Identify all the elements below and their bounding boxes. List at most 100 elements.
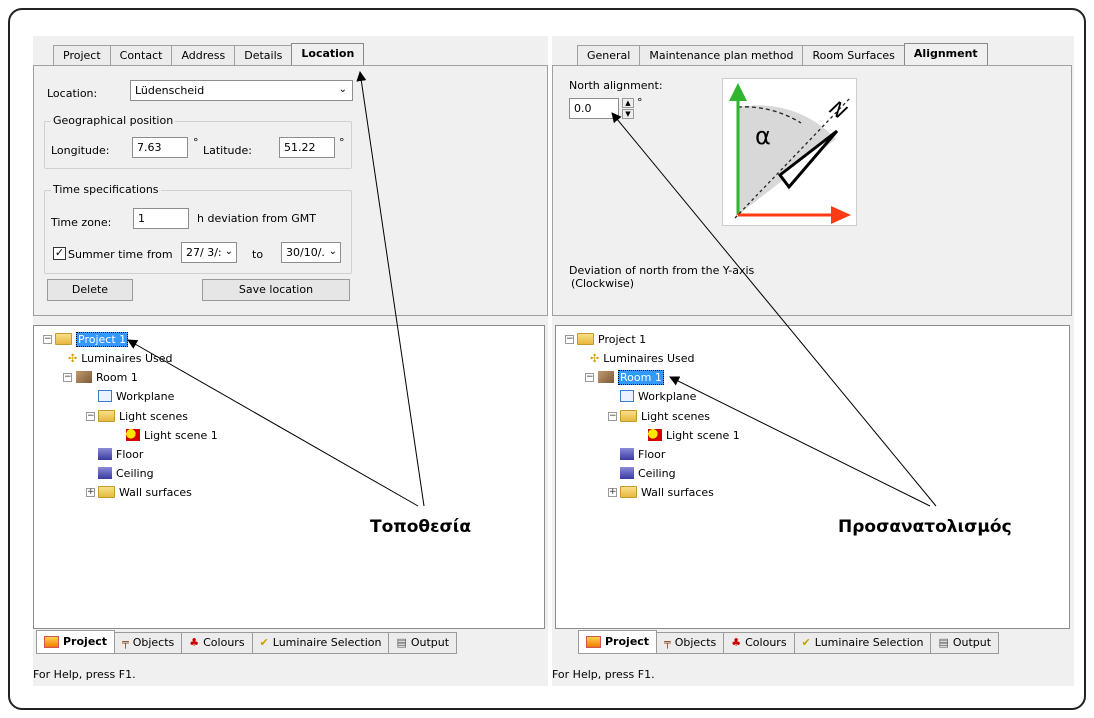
collapse-icon[interactable]: − (63, 373, 72, 382)
bottom-tab-luminaire-selection[interactable]: ✔ Luminaire Selection (793, 632, 932, 654)
tree-item-workplane[interactable]: Workplane (620, 387, 696, 405)
to-date-picker[interactable]: 30/10/. ⌄ (281, 242, 341, 263)
expand-icon[interactable]: + (86, 488, 95, 497)
tab-maintenance-plan-method[interactable]: Maintenance plan method (639, 45, 804, 65)
colours-icon: ♣ (731, 636, 742, 649)
surface-icon (98, 448, 112, 460)
collapse-icon[interactable]: − (585, 373, 594, 382)
tab-general[interactable]: General (577, 45, 641, 65)
collapse-icon[interactable]: − (43, 335, 52, 344)
folder-icon (98, 410, 115, 422)
collapse-icon[interactable]: − (86, 412, 95, 421)
tree-item-ceiling[interactable]: Ceiling (98, 464, 154, 482)
north-alignment-input[interactable]: 0.0 (569, 98, 619, 119)
tab-contact[interactable]: Contact (109, 45, 173, 65)
alignment-panel: North alignment: 0.0 ▲ ▼ ° α N Deviation… (552, 65, 1072, 316)
folder-icon (620, 486, 637, 498)
latitude-input[interactable]: 51.22 (279, 137, 335, 158)
tree-item-wall-surfaces[interactable]: Wall surfaces (620, 483, 714, 501)
longitude-degree: ° (193, 136, 199, 149)
save-location-button[interactable]: Save location (202, 279, 350, 301)
tree-item-light-scenes[interactable]: Light scenes (620, 407, 710, 425)
from-date-picker[interactable]: 27/ 3/: ⌄ (181, 242, 237, 263)
right-pane: General Maintenance plan method Room Sur… (552, 36, 1074, 686)
location-label: Location: (47, 87, 98, 100)
bottom-tab-project[interactable]: Project (578, 630, 658, 654)
right-tab-bar: General Maintenance plan method Room Sur… (577, 43, 988, 65)
bottom-tab-output-label: Output (410, 636, 450, 649)
right-status-bar: For Help, press F1. (552, 668, 655, 681)
bottom-tab-output[interactable]: ▤ Output (930, 632, 1000, 654)
chevron-down-icon: ⌄ (338, 84, 347, 95)
tree-item-floor[interactable]: Floor (620, 445, 665, 463)
tab-location[interactable]: Location (291, 43, 365, 65)
expand-icon[interactable]: + (608, 488, 617, 497)
surface-icon (620, 467, 634, 479)
bottom-tab-colours[interactable]: ♣ Colours (181, 632, 253, 654)
tab-room-surfaces[interactable]: Room Surfaces (802, 45, 905, 65)
bottom-tab-luminaire-selection-label: Luminaire Selection (272, 636, 382, 649)
bottom-tab-objects-label: Objects (132, 636, 175, 649)
tree-item-room[interactable]: Room 1 (76, 368, 138, 386)
tab-project[interactable]: Project (53, 45, 111, 65)
collapse-icon[interactable]: − (608, 412, 617, 421)
tree-item-project[interactable]: Project 1 (577, 330, 646, 348)
project-icon (586, 636, 601, 648)
spin-up-icon[interactable]: ▲ (622, 98, 634, 108)
location-panel: Location: Lüdenscheid ⌄ Geographical pos… (33, 65, 548, 316)
tree-item-floor[interactable]: Floor (98, 445, 143, 463)
bottom-tab-colours[interactable]: ♣ Colours (723, 632, 795, 654)
spin-down-icon[interactable]: ▼ (622, 109, 634, 119)
table-icon: ╤ (664, 636, 671, 649)
bottom-tab-luminaire-selection[interactable]: ✔ Luminaire Selection (251, 632, 390, 654)
tree-item-workplane-label: Workplane (638, 389, 697, 403)
tree-item-light-scene[interactable]: Light scene 1 (126, 426, 218, 444)
longitude-input[interactable]: 7.63 (132, 137, 188, 158)
workplane-icon (98, 390, 112, 402)
bottom-tab-objects[interactable]: ╤ Objects (656, 632, 725, 654)
deviation-text-line2: (Clockwise) (571, 277, 635, 290)
timezone-input[interactable]: 1 (133, 208, 189, 229)
tree-item-room[interactable]: Room 1 (598, 368, 664, 386)
printer-icon: ▤ (396, 636, 407, 649)
geographical-position-group: Geographical position Longitude: 7.63 ° … (44, 114, 352, 169)
tab-alignment[interactable]: Alignment (903, 43, 988, 65)
tree-item-light-scene[interactable]: Light scene 1 (648, 426, 740, 444)
bottom-tab-objects[interactable]: ╤ Objects (114, 632, 183, 654)
summer-time-label: Summer time (68, 248, 144, 261)
to-label: to (252, 248, 264, 261)
delete-button[interactable]: Delete (47, 279, 133, 301)
light-scene-icon (648, 429, 662, 441)
tree-item-luminaires-label: Luminaires Used (603, 351, 695, 365)
tree-item-light-scenes[interactable]: Light scenes (98, 407, 188, 425)
tree-item-luminaires[interactable]: ✣ Luminaires Used (590, 349, 694, 367)
location-callout-label: Τοποθεσία (370, 517, 472, 537)
bottom-tab-output[interactable]: ▤ Output (388, 632, 458, 654)
to-date-value: 30/10/. (286, 246, 325, 259)
left-pane: Project Contact Address Details Location… (33, 36, 548, 686)
location-select[interactable]: Lüdenscheid ⌄ (130, 80, 353, 101)
room-icon (598, 371, 614, 383)
tree-item-luminaires[interactable]: ✣ Luminaires Used (68, 349, 172, 367)
luminaires-icon: ✣ (68, 351, 78, 365)
bottom-tab-project-label: Project (605, 635, 650, 648)
tree-item-wall-surfaces[interactable]: Wall surfaces (98, 483, 192, 501)
tree-item-ceiling[interactable]: Ceiling (620, 464, 676, 482)
folder-icon (55, 333, 72, 345)
collapse-icon[interactable]: − (565, 335, 574, 344)
tab-address[interactable]: Address (171, 45, 236, 65)
tree-item-wall-surfaces-label: Wall surfaces (119, 485, 192, 499)
summer-time-checkbox[interactable]: ✓ (53, 247, 66, 260)
luminaire-icon: ✔ (801, 636, 811, 649)
tree-item-project[interactable]: Project 1 (55, 330, 129, 348)
folder-icon (620, 410, 637, 422)
bottom-tab-project[interactable]: Project (36, 630, 116, 654)
tab-details[interactable]: Details (234, 45, 293, 65)
tree-item-workplane[interactable]: Workplane (98, 387, 174, 405)
timezone-suffix: h deviation from GMT (197, 212, 316, 225)
tree-item-light-scenes-label: Light scenes (641, 409, 710, 423)
tree-item-ceiling-label: Ceiling (638, 466, 676, 480)
bottom-tab-output-label: Output (952, 636, 992, 649)
left-project-tree: − Project 1 ✣ Luminaires Used − Room 1 W… (33, 325, 545, 629)
bottom-tab-colours-label: Colours (745, 636, 787, 649)
